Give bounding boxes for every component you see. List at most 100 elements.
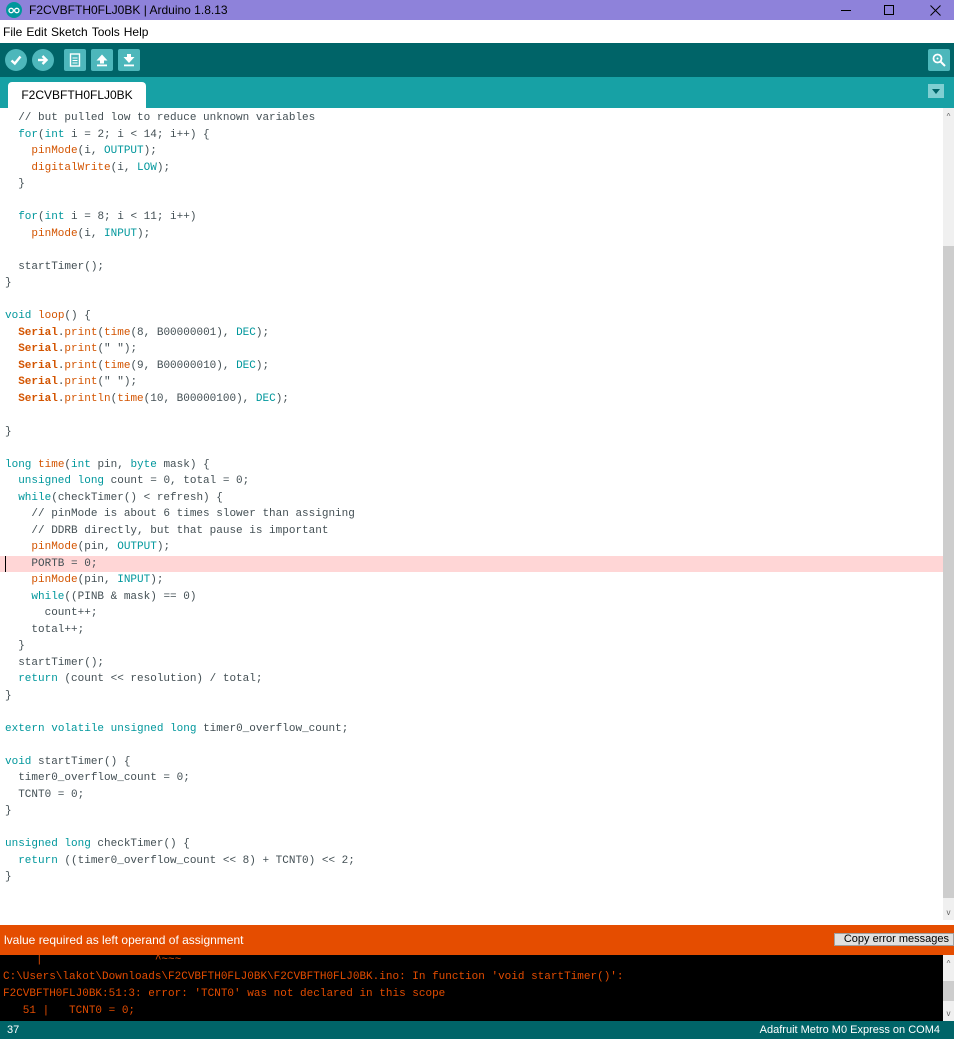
code-token: } [5,640,25,652]
code-token: } [5,689,12,702]
code-line: timer0_overflow_count = 0; [0,770,943,787]
code-token: unsigned [18,475,72,487]
chevron-down-icon[interactable] [928,84,944,98]
code-token: ); [150,574,164,586]
code-token: (count << resolution) / total; [57,673,263,685]
scroll-up-icon[interactable]: ^ [943,957,954,969]
code-token: (checkTimer() < refresh) { [51,491,223,504]
menu-sketch[interactable]: Sketch [51,25,88,39]
code-line: void loop() { [0,308,943,325]
code-token: time [104,326,131,339]
tab-sketch[interactable]: F2CVBFTH0FLJ0BK [8,82,146,108]
code-token: for [18,128,39,141]
code-token: () { [64,310,91,322]
code-token: (10, B00000100), [143,392,256,405]
code-token: total++; [5,623,85,636]
code-token: ); [255,326,270,339]
code-line: while(checkTimer() < refresh) { [0,490,943,507]
code-token: timer0_overflow_count = 0; [5,772,190,784]
code-token: volatile [51,722,105,735]
code-line: TCNT0 = 0; [0,787,943,804]
console-line: 51 | TCNT0 = 0; [3,1005,136,1017]
code-line: pinMode(i, INPUT); [0,226,943,243]
code-token: Serial [18,376,58,388]
code-line: } [0,275,943,292]
error-status-bar: lvalue required as left operand of assig… [0,925,954,955]
code-token: print [64,326,98,339]
code-token: ); [137,227,151,240]
code-token: DEC [236,359,256,372]
code-token: checkTimer() { [90,838,190,850]
code-token: int [71,458,91,471]
code-token: // DDRB directly, but that pause is impo… [31,524,329,537]
console-scroll-thumb[interactable] [943,981,954,1001]
code-line: // pinMode is about 6 times slower than … [0,506,943,523]
scroll-down-icon[interactable]: v [943,1007,954,1019]
code-token: (i, [77,145,105,157]
scroll-up-icon[interactable]: ^ [943,110,954,122]
copy-error-button[interactable]: Copy error messages [833,933,954,946]
code-line: for(int i = 2; i < 14; i++) { [0,127,943,144]
code-token: Serial [18,343,58,355]
code-token: ); [143,145,157,157]
editor-scroll-thumb[interactable] [943,246,954,898]
code-token: (" "); [97,376,138,388]
code-editor[interactable]: // but pulled low to reduce unknown vari… [0,108,954,920]
serial-monitor-icon[interactable] [928,49,950,71]
close-icon[interactable] [912,0,954,20]
console-line: C:\Users\lakot\Downloads\F2CVBFTH0FLJ0BK… [3,971,624,983]
code-token: INPUT [104,227,138,240]
menu-edit[interactable]: Edit [26,25,47,39]
menu-file[interactable]: File [3,25,22,39]
code-line: startTimer(); [0,655,943,672]
code-token: println [64,392,111,405]
verify-icon[interactable] [5,49,27,71]
console-scrollbar[interactable]: ^ v [943,955,954,1021]
code-token: ); [156,161,171,174]
code-token: (" "); [97,343,138,355]
code-line: } [0,176,943,193]
code-token: (i, [77,227,105,240]
menu-help[interactable]: Help [124,25,149,39]
line-number: 37 [7,1024,20,1036]
code-token: ((PINB & mask) == 0) [64,590,197,603]
console-output[interactable]: | ^~~~ C:\Users\lakot\Downloads\F2CVBFTH… [0,955,954,1021]
code-token: byte [130,458,157,471]
code-token: startTimer(); [5,260,105,273]
menu-tools[interactable]: Tools [92,25,120,39]
code-lines: // but pulled low to reduce unknown vari… [0,110,943,886]
minimize-icon[interactable] [823,0,869,20]
new-icon[interactable] [64,49,86,71]
code-line: // but pulled low to reduce unknown vari… [0,110,943,127]
open-icon[interactable] [91,49,113,71]
console-lines: | ^~~~ C:\Users\lakot\Downloads\F2CVBFTH… [3,955,624,1021]
code-token: // but pulled low to reduce unknown vari… [18,112,316,124]
code-token: digitalWrite [31,161,111,174]
editor-scrollbar[interactable]: ^ v [943,108,954,920]
code-token: DEC [255,392,276,405]
maximize-icon[interactable] [866,0,912,20]
code-token: long [170,722,197,735]
code-token: pinMode [31,574,78,586]
toolbar [0,43,954,77]
code-line: Serial.print(" "); [0,341,943,358]
code-token: count++; [5,607,98,619]
code-token: ( [38,211,45,223]
scroll-down-icon[interactable]: v [943,906,954,918]
save-icon[interactable] [118,49,140,71]
code-token: pinMode [31,227,78,240]
upload-icon[interactable] [32,49,54,71]
code-token: } [5,871,12,883]
